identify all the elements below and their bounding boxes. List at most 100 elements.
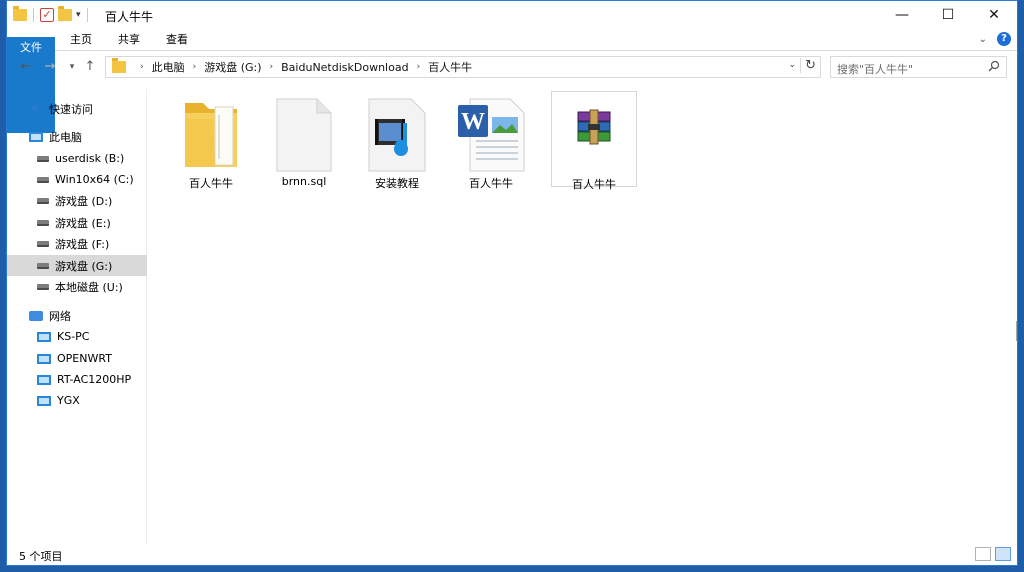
computer-icon [37, 395, 51, 406]
file-item[interactable]: 百人牛牛 [168, 91, 254, 190]
breadcrumb-item[interactable]: BaiduNetdiskDownload [281, 61, 408, 74]
breadcrumb-item[interactable]: 游戏盘 (G:) [204, 59, 261, 75]
refresh-icon[interactable]: ↻ [800, 58, 816, 73]
sidebar-item-label: RT-AC1200HP [57, 373, 132, 386]
sidebar-item-label: 网络 [49, 309, 71, 323]
sidebar-item-rt-ac1200hp[interactable]: RT-AC1200HP [7, 369, 147, 390]
navigation-row: ← → ▾ ↑ › 此电脑 › 游戏盘 (G:) › BaiduNetdiskD… [7, 52, 1017, 83]
customize-toolbar-icon[interactable]: ▾ [76, 10, 81, 20]
address-bar[interactable]: › 此电脑 › 游戏盘 (G:) › BaiduNetdiskDownload … [105, 56, 821, 78]
minimize-button[interactable]: — [879, 1, 925, 29]
blank-file-icon [276, 98, 332, 172]
windows-drive-icon [37, 176, 49, 183]
breadcrumb-item[interactable]: 此电脑 [152, 59, 185, 75]
recent-locations-icon[interactable]: ▾ [63, 58, 81, 76]
file-name: 百人牛牛 [469, 177, 513, 190]
file-name: brnn.sql [281, 175, 327, 188]
back-button[interactable]: ← [17, 58, 35, 76]
sidebar-item-label: userdisk (B:) [55, 152, 125, 165]
sidebar-item-drive-u[interactable]: 本地磁盘 (U:) [7, 276, 147, 297]
item-count: 5 个项目 [19, 550, 63, 563]
sidebar-item-label: OPENWRT [57, 352, 112, 365]
tab-view[interactable]: 查看 [157, 29, 197, 50]
sidebar-item-drive-c[interactable]: Win10x64 (C:) [7, 169, 147, 190]
window-controls: — ☐ ✕ [879, 1, 1017, 29]
breadcrumb-item[interactable]: 百人牛牛 [428, 59, 472, 75]
drive-icon [37, 197, 49, 204]
computer-icon [37, 374, 51, 385]
sidebar-item-label: 此电脑 [49, 130, 82, 144]
tab-share[interactable]: 共享 [109, 29, 149, 50]
sidebar-item-drive-f[interactable]: 游戏盘 (F:) [7, 233, 147, 254]
sidebar-item-label: 游戏盘 (E:) [55, 216, 111, 230]
chevron-right-icon[interactable]: › [193, 62, 197, 72]
title-bar: ✓ ▾ 百人牛牛 — ☐ ✕ [7, 1, 1017, 29]
maximize-button[interactable]: ☐ [925, 1, 971, 29]
chevron-right-icon[interactable]: › [270, 62, 274, 72]
status-bar: 5 个项目 [7, 544, 1017, 565]
new-folder-icon[interactable] [58, 6, 72, 21]
sidebar-item-this-pc[interactable]: 此电脑 [7, 126, 147, 147]
expand-ribbon-icon[interactable]: ⌄ [979, 34, 987, 45]
computer-icon [37, 353, 51, 364]
divider [33, 8, 34, 22]
word-document-icon: W [458, 98, 525, 172]
search-input[interactable]: 搜索"百人牛牛" [830, 56, 1007, 78]
rar-archive-icon [577, 109, 611, 145]
file-item[interactable]: 百人牛牛 [551, 91, 637, 191]
close-button[interactable]: ✕ [971, 1, 1017, 29]
file-item[interactable]: 安装教程 [354, 91, 440, 190]
details-view-icon[interactable] [975, 547, 991, 561]
explorer-window: ✓ ▾ 百人牛牛 — ☐ ✕ 文件 主页 共享 查看 ⌄ ? ← → ▾ ↑ › [6, 0, 1018, 566]
computer-icon [37, 331, 51, 342]
breadcrumb: › 此电脑 › 游戏盘 (G:) › BaiduNetdiskDownload … [132, 59, 472, 75]
chevron-right-icon[interactable]: › [140, 62, 144, 72]
drive-icon [37, 240, 49, 247]
properties-icon[interactable]: ✓ [40, 8, 54, 22]
divider [86, 8, 88, 22]
sidebar-item-ygx[interactable]: YGX [7, 390, 147, 411]
forward-button[interactable]: → [41, 58, 59, 76]
search-placeholder: 搜索"百人牛牛" [837, 63, 914, 76]
address-history-icon[interactable]: ⌄ [788, 60, 796, 70]
sidebar-item-label: KS-PC [57, 330, 90, 343]
svg-text:W: W [461, 109, 485, 135]
file-list: 百人牛牛 brnn.sql 安装教程 W 百人牛牛 百人牛牛 [148, 83, 1017, 544]
sidebar-item-network[interactable]: 网络 [7, 305, 147, 326]
help-icon[interactable]: ? [997, 32, 1011, 46]
folder-icon [185, 103, 237, 167]
video-file-icon [368, 98, 426, 172]
sidebar-item-openwrt[interactable]: OPENWRT [7, 348, 147, 369]
star-icon: ★ [29, 100, 41, 116]
sidebar-item-drive-d[interactable]: 游戏盘 (D:) [7, 190, 147, 211]
pc-icon [29, 131, 43, 142]
sidebar-item-label: 本地磁盘 (U:) [55, 280, 123, 294]
sidebar-item-label: Win10x64 (C:) [55, 173, 134, 186]
sidebar-item-label: 游戏盘 (G:) [55, 259, 113, 273]
ribbon-tabs: 文件 主页 共享 查看 ⌄ ? [7, 29, 1017, 133]
search-icon[interactable] [988, 60, 1000, 72]
file-item[interactable]: brnn.sql [261, 91, 347, 188]
sidebar-item-label: 游戏盘 (F:) [55, 237, 110, 251]
sidebar-item-drive-g[interactable]: 游戏盘 (G:) [7, 255, 147, 276]
tab-home[interactable]: 主页 [61, 29, 101, 50]
large-icons-view-icon[interactable] [995, 547, 1011, 561]
file-item[interactable]: W 百人牛牛 [448, 91, 534, 190]
file-name: 百人牛牛 [572, 178, 616, 191]
drive-icon [37, 283, 49, 290]
sidebar-item-label: 游戏盘 (D:) [55, 194, 113, 208]
folder-icon [13, 6, 27, 21]
sidebar-item-drive-b[interactable]: userdisk (B:) [7, 148, 147, 169]
sidebar-item-ks-pc[interactable]: KS-PC [7, 326, 147, 347]
view-toggle [975, 547, 1011, 561]
sidebar-item-drive-e[interactable]: 游戏盘 (E:) [7, 212, 147, 233]
resize-edge[interactable] [1016, 321, 1017, 341]
window-title: 百人牛牛 [105, 10, 154, 24]
chevron-right-icon[interactable]: › [417, 62, 421, 72]
up-button[interactable]: ↑ [81, 58, 99, 76]
drive-icon [37, 262, 49, 269]
sidebar-item-quick-access[interactable]: ★ 快速访问 [7, 98, 147, 119]
file-name: 百人牛牛 [189, 177, 233, 190]
sidebar-item-label: YGX [57, 394, 80, 407]
network-icon [29, 310, 43, 321]
